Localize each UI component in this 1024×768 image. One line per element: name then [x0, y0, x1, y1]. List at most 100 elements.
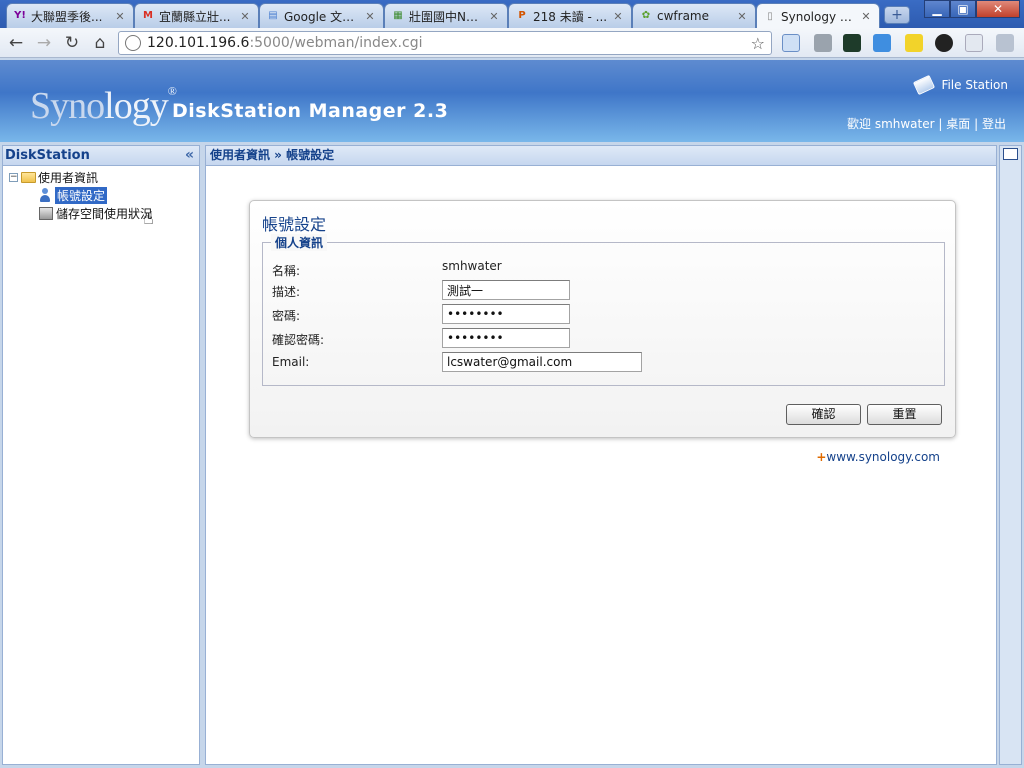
- confirm-button[interactable]: 確認: [786, 404, 861, 425]
- window-controls: ▁ ▣ ✕: [924, 0, 1020, 18]
- description-label: 描述:: [272, 285, 301, 299]
- yahoo-favicon-icon: Y!: [14, 10, 26, 21]
- extension-icon[interactable]: [814, 34, 832, 52]
- sidebar-header: DiskStation «: [3, 146, 199, 166]
- hand-cursor-icon: ☝: [143, 208, 154, 229]
- sidebar-title: DiskStation: [5, 148, 90, 163]
- tab-label: 大聯盟季後...: [31, 9, 103, 24]
- description-input[interactable]: [442, 280, 570, 300]
- welcome-text: 歡迎 smhwater: [847, 117, 935, 131]
- tab-label: 宜蘭縣立壯...: [159, 9, 231, 24]
- tab-label: cwframe: [657, 9, 709, 23]
- name-row: 名稱: smhwater: [272, 259, 932, 279]
- tree-node-label: 使用者資訊: [38, 170, 99, 185]
- tab-close-icon[interactable]: ✕: [735, 10, 749, 23]
- bookmark-star-icon[interactable]: ☆: [751, 34, 765, 53]
- plus-icon: +: [816, 450, 827, 464]
- product-title: DiskStation Manager 2.3: [172, 100, 449, 122]
- sidebar: DiskStation « − 使用者資訊 帳號設定 儲存空間使用狀況 ☝: [2, 145, 200, 765]
- page-favicon-icon: ▯: [767, 10, 773, 22]
- confirm-password-label: 確認密碼:: [272, 333, 325, 347]
- account-settings-card: 帳號設定 個人資訊 名稱: smhwater 描述: 密碼: 確認密碼: Ema…: [249, 200, 956, 438]
- google-docs-favicon-icon: ▤: [268, 10, 278, 21]
- nas-favicon-icon: ▦: [393, 10, 403, 21]
- user-links: 歡迎 smhwater | 桌面 | 登出: [847, 115, 1006, 132]
- browser-tab-active[interactable]: ▯ Synology Dis... ✕: [756, 3, 880, 29]
- tree-node-label: 帳號設定: [55, 186, 108, 204]
- tree-node-account-settings[interactable]: 帳號設定: [3, 186, 199, 204]
- extension-icon[interactable]: [843, 34, 861, 52]
- browser-tab[interactable]: M 宜蘭縣立壯... ✕: [134, 3, 259, 28]
- tree-node-storage-usage[interactable]: 儲存空間使用狀況 ☝: [3, 204, 199, 229]
- synology-link-label: www.synology.com: [826, 450, 940, 464]
- url-host: 120.101.196.6: [147, 35, 250, 51]
- tab-label: Synology Dis...: [781, 9, 856, 24]
- tab-label: Google 文件...: [284, 9, 360, 24]
- extension-icon[interactable]: [935, 34, 953, 52]
- close-window-button[interactable]: ✕: [976, 0, 1020, 18]
- confirm-password-input[interactable]: [442, 328, 570, 348]
- password-row: 密碼:: [272, 304, 932, 324]
- disk-icon: [39, 206, 53, 220]
- tab-close-icon[interactable]: ✕: [113, 10, 127, 23]
- tab-close-icon[interactable]: ✕: [487, 10, 501, 23]
- password-input[interactable]: [442, 304, 570, 324]
- plurk-favicon-icon: P: [518, 10, 526, 21]
- forward-button[interactable]: →: [33, 32, 55, 54]
- folder-icon: [21, 171, 36, 183]
- confirm-password-row: 確認密碼:: [272, 328, 932, 348]
- tab-close-icon[interactable]: ✕: [611, 10, 625, 23]
- browser-tab[interactable]: Y! 大聯盟季後... ✕: [6, 3, 134, 28]
- browser-tab[interactable]: P 218 未讀 - ... ✕: [508, 3, 632, 28]
- browser-tab[interactable]: ▤ Google 文件... ✕: [259, 3, 384, 28]
- back-button[interactable]: ←: [5, 32, 27, 54]
- email-input[interactable]: [442, 352, 642, 372]
- tree-node-user-info[interactable]: − 使用者資訊: [3, 168, 199, 186]
- ie-tab-extension-icon[interactable]: [782, 34, 800, 52]
- email-row: Email:: [272, 352, 932, 372]
- navigation-tree: − 使用者資訊 帳號設定 儲存空間使用狀況 ☝: [3, 166, 199, 229]
- extension-icon[interactable]: [873, 34, 891, 52]
- file-station-link[interactable]: File Station: [913, 74, 1008, 96]
- tree-node-label: 儲存空間使用狀況: [56, 206, 153, 221]
- file-station-icon: [913, 74, 936, 96]
- separator: |: [974, 117, 979, 131]
- tab-close-icon[interactable]: ✕: [363, 10, 377, 23]
- tree-toggle-icon[interactable]: −: [9, 172, 18, 182]
- main-panel: 使用者資訊 » 帳號設定 帳號設定 個人資訊 名稱: smhwater 描述: …: [205, 145, 997, 765]
- new-tab-button[interactable]: +: [884, 6, 910, 24]
- desktop-link[interactable]: 桌面: [946, 117, 970, 131]
- reload-button[interactable]: ↻: [61, 32, 83, 54]
- wrench-icon[interactable]: [996, 34, 1014, 52]
- notification-extension-icon[interactable]: [905, 34, 923, 52]
- dsm-header: Synology® DiskStation Manager 2.3 File S…: [0, 60, 1024, 142]
- maximize-button[interactable]: ▣: [950, 0, 976, 18]
- tab-close-icon[interactable]: ✕: [238, 10, 252, 23]
- home-button[interactable]: ⌂: [89, 32, 111, 54]
- reset-button[interactable]: 重置: [867, 404, 942, 425]
- globe-icon: [125, 35, 141, 51]
- separator: |: [938, 117, 943, 131]
- collapse-icon[interactable]: «: [185, 146, 194, 165]
- synology-website-link[interactable]: +www.synology.com: [816, 450, 940, 464]
- description-row: 描述:: [272, 280, 932, 300]
- address-bar[interactable]: 120.101.196.6:5000/webman/index.cgi ☆: [118, 31, 772, 55]
- browser-toolbar: ← → ↻ ⌂ 120.101.196.6:5000/webman/index.…: [0, 28, 1024, 58]
- name-label: 名稱:: [272, 264, 301, 278]
- card-title: 帳號設定: [262, 215, 327, 234]
- help-book-icon[interactable]: [1003, 148, 1018, 160]
- logout-link[interactable]: 登出: [982, 117, 1006, 131]
- user-icon: [39, 187, 51, 203]
- name-value: smhwater: [442, 259, 502, 273]
- tab-close-icon[interactable]: ✕: [859, 10, 873, 23]
- browser-tab[interactable]: ✿ cwframe ✕: [632, 3, 756, 28]
- email-label: Email:: [272, 355, 310, 369]
- minimize-button[interactable]: ▁: [924, 0, 950, 18]
- help-panel-strip: [999, 145, 1022, 765]
- breadcrumb: 使用者資訊 » 帳號設定: [206, 146, 996, 166]
- file-station-label: File Station: [941, 78, 1008, 92]
- search-icon[interactable]: [965, 34, 983, 52]
- tab-label: 壯圍國中NA...: [409, 9, 484, 24]
- browser-tab[interactable]: ▦ 壯圍國中NA... ✕: [384, 3, 508, 28]
- gmail-favicon-icon: M: [143, 10, 153, 21]
